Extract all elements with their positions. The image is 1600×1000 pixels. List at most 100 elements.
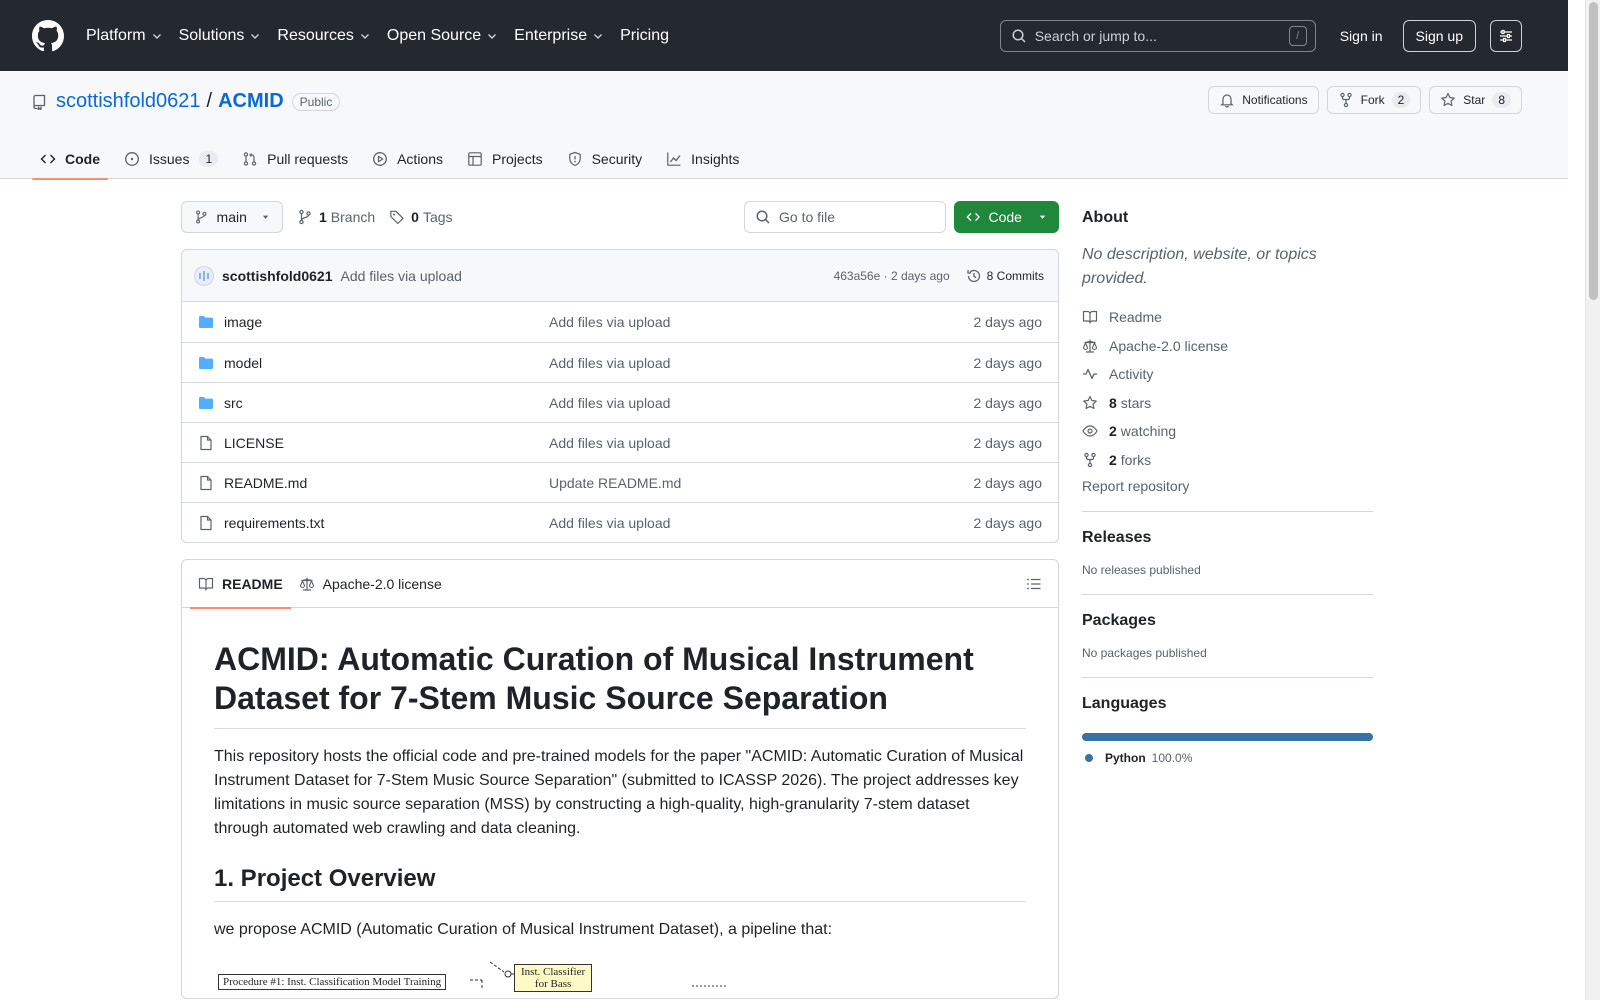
tab-readme[interactable]: README — [190, 560, 291, 609]
page-scrollbar[interactable] — [1585, 0, 1600, 1000]
search-icon — [756, 210, 770, 224]
issue-opened-icon — [125, 152, 139, 166]
readme-intro: This repository hosts the official code … — [214, 748, 1024, 838]
stars-link[interactable]: 8 stars — [1082, 389, 1373, 418]
nav-pricing[interactable]: Pricing — [620, 18, 669, 54]
header-actions: Search or jump to... / Sign in Sign up — [999, 20, 1522, 52]
outline-list-icon[interactable] — [1026, 576, 1042, 592]
diagram-dashed-box — [692, 985, 726, 987]
file-commit-date: 2 days ago — [973, 314, 1043, 330]
scrollbar-thumb[interactable] — [1589, 2, 1598, 300]
github-logo-icon[interactable] — [32, 19, 64, 52]
file-name-link[interactable]: model — [224, 355, 549, 371]
repo-name-link[interactable]: ACMID — [218, 90, 284, 113]
tab-projects[interactable]: Projects — [459, 139, 551, 179]
avatar[interactable] — [194, 265, 214, 286]
nav-enterprise[interactable]: Enterprise — [514, 18, 604, 54]
file-commit-message[interactable]: Add files via upload — [549, 515, 974, 531]
tab-actions[interactable]: Actions — [364, 139, 451, 179]
file-list: image Add files via upload 2 days ago model… — [182, 302, 1058, 542]
pipeline-diagram: Procedure #1: Inst. Classification Model… — [214, 958, 1026, 998]
nav-open-source[interactable]: Open Source — [387, 18, 498, 54]
nav-solutions-label: Solutions — [178, 26, 245, 44]
fork-label: Fork — [1360, 93, 1385, 107]
repo-owner-link[interactable]: scottishfold0621 — [56, 90, 201, 113]
fork-button[interactable]: Fork 2 — [1326, 86, 1422, 114]
nav-resources[interactable]: Resources — [277, 18, 370, 54]
search-shortcut-hint: / — [1288, 26, 1307, 46]
table-row[interactable]: image Add files via upload 2 days ago — [182, 302, 1058, 342]
star-label: Star — [1463, 93, 1486, 107]
fork-count: 2 — [1391, 92, 1411, 108]
stars-count: 8 — [1109, 394, 1117, 411]
tab-actions-label: Actions — [397, 151, 444, 167]
forks-link[interactable]: 2 forks — [1082, 446, 1373, 475]
repo-tabs: Code Issues 1 Pull requests Actions Proj… — [32, 139, 755, 180]
table-row[interactable]: LICENSE Add files via upload 2 days ago — [182, 422, 1058, 462]
tab-insights[interactable]: Insights — [658, 139, 747, 179]
activity-link[interactable]: Activity — [1082, 360, 1373, 389]
file-commit-date: 2 days ago — [973, 514, 1043, 531]
tab-pull-requests[interactable]: Pull requests — [234, 139, 356, 179]
file-commit-message[interactable]: Update README.md — [549, 475, 974, 491]
file-name-link[interactable]: LICENSE — [224, 435, 549, 451]
readme-link[interactable]: Readme — [1082, 303, 1373, 332]
go-to-file-input[interactable]: Go to file — [744, 201, 946, 233]
nav-platform[interactable]: Platform — [86, 18, 163, 54]
tag-count: 0 — [411, 209, 419, 225]
table-row[interactable]: README.md Update README.md 2 days ago — [182, 462, 1058, 502]
commits-history-link[interactable]: 8 Commits — [966, 268, 1044, 284]
report-repository-link[interactable]: Report repository — [1082, 478, 1373, 494]
file-commit-message[interactable]: Add files via upload — [549, 355, 974, 371]
table-row[interactable]: model Add files via upload 2 days ago — [182, 342, 1058, 382]
file-commit-message[interactable]: Add files via upload — [549, 435, 974, 451]
file-name-link[interactable]: requirements.txt — [224, 515, 549, 531]
nav-resources-label: Resources — [277, 26, 354, 44]
tags-link[interactable]: 0 Tags — [389, 209, 453, 225]
branches-link[interactable]: 1 Branch — [297, 209, 375, 225]
notifications-button[interactable]: Notifications — [1208, 86, 1319, 114]
file-name-link[interactable]: src — [224, 395, 549, 411]
sidebar-divider — [1082, 594, 1373, 595]
table-row[interactable]: src Add files via upload 2 days ago — [182, 382, 1058, 422]
book-icon — [1082, 311, 1098, 324]
tab-license[interactable]: Apache-2.0 license — [291, 560, 450, 608]
file-commit-message[interactable]: Add files via upload — [549, 395, 974, 411]
license-link[interactable]: Apache-2.0 license — [1082, 332, 1373, 361]
settings-menu-button[interactable] — [1490, 20, 1522, 52]
tab-issues[interactable]: Issues 1 — [116, 139, 226, 179]
star-button[interactable]: Star 8 — [1429, 86, 1522, 114]
sidebar-divider — [1082, 677, 1373, 678]
diagram-classifier-line1: Inst. Classifier — [521, 966, 586, 979]
book-icon — [198, 577, 214, 591]
releases-heading[interactable]: Releases — [1082, 529, 1373, 547]
tab-security[interactable]: Security — [559, 139, 651, 179]
tab-license-label: Apache-2.0 license — [322, 575, 442, 592]
language-percent: 100.0% — [1151, 751, 1193, 765]
global-search-input[interactable]: Search or jump to... / — [999, 20, 1316, 52]
commit-hash-time[interactable]: 463a56e · 2 days ago — [834, 269, 950, 283]
branch-selector[interactable]: main — [181, 201, 283, 233]
language-item-python[interactable]: Python 100.0% — [1082, 751, 1373, 765]
code-dropdown-button[interactable]: Code — [954, 201, 1059, 233]
code-button-label: Code — [988, 209, 1022, 225]
nav-solutions[interactable]: Solutions — [179, 18, 262, 54]
file-name-link[interactable]: README.md — [224, 475, 549, 491]
table-row[interactable]: requirements.txt Add files via upload 2 da… — [182, 502, 1058, 542]
caret-down-icon — [1039, 215, 1046, 219]
file-name-link[interactable]: image — [224, 314, 549, 330]
branch-name: main — [216, 209, 247, 225]
watching-link[interactable]: 2 watching — [1082, 417, 1373, 446]
visibility-badge: Public — [291, 92, 341, 111]
readme-panel: README Apache-2.0 license ACMID: Automat… — [181, 559, 1059, 999]
commit-author-link[interactable]: scottishfold0621 — [222, 268, 332, 284]
tab-issues-label: Issues — [149, 151, 190, 167]
file-commit-message[interactable]: Add files via upload — [549, 314, 974, 330]
sign-in-link[interactable]: Sign in — [1340, 28, 1383, 44]
forks-count: 2 — [1109, 451, 1117, 468]
tab-code[interactable]: Code — [32, 139, 108, 180]
bell-icon — [1220, 94, 1234, 108]
sign-up-button[interactable]: Sign up — [1402, 20, 1476, 52]
commit-message-link[interactable]: Add files via upload — [340, 268, 461, 284]
packages-heading[interactable]: Packages — [1082, 612, 1373, 630]
